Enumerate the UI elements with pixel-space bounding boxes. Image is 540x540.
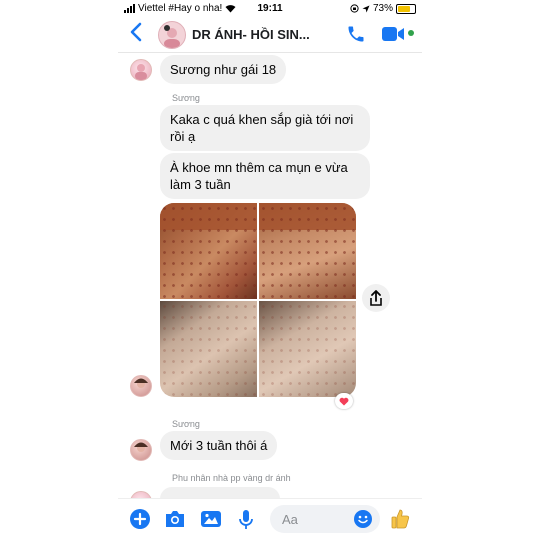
messenger-screen: Viettel #Hay o nha! 19:11 73% DR ÁNH- HỒ…: [118, 0, 422, 540]
plus-icon: [130, 509, 150, 529]
chat-header: DR ÁNH- HỒI SIN...: [118, 18, 422, 53]
battery-percent: 73%: [372, 3, 393, 14]
photo-before-1[interactable]: [160, 203, 257, 299]
photo-after-1[interactable]: [160, 301, 257, 397]
photo-grid[interactable]: [160, 203, 356, 397]
send-like-button[interactable]: [390, 508, 410, 535]
voice-message-button[interactable]: [238, 509, 254, 536]
avatar-image: [134, 442, 148, 452]
avatar[interactable]: [130, 375, 152, 397]
emoji-icon: [354, 510, 372, 528]
photo-before-2[interactable]: [259, 203, 356, 299]
emoji-button[interactable]: [354, 510, 372, 533]
avatar[interactable]: [130, 491, 152, 498]
video-camera-icon: [382, 27, 404, 41]
photo-after-2[interactable]: [259, 301, 356, 397]
share-button[interactable]: [362, 284, 390, 312]
message-bubble-partial[interactable]: [160, 487, 280, 498]
location-icon: [362, 5, 370, 12]
more-actions-button[interactable]: [130, 509, 150, 534]
sender-name: Phu nhân nhà pp vàng dr ánh: [172, 473, 291, 483]
message-bubble[interactable]: Kaka c quá khen sắp già tới nơi rồi ạ: [160, 105, 370, 151]
photo-icon: [201, 511, 221, 527]
avatar[interactable]: [130, 439, 152, 461]
microphone-icon: [239, 510, 253, 529]
heart-reaction[interactable]: [335, 393, 353, 409]
avatar-image: [134, 378, 148, 388]
message-bubble[interactable]: Sương như gái 18: [160, 55, 287, 84]
heart-icon: [339, 397, 349, 405]
video-call-button[interactable]: [382, 26, 406, 47]
message-input[interactable]: Aa: [270, 505, 380, 533]
status-bar: Viettel #Hay o nha! 19:11 73%: [118, 0, 422, 18]
phone-icon: [348, 26, 364, 42]
composer-bar: Aa: [118, 498, 422, 540]
contact-name[interactable]: DR ÁNH- HỒI SIN...: [192, 27, 310, 42]
camera-button[interactable]: [164, 509, 186, 534]
camera-icon: [166, 511, 184, 527]
avatar-image: [135, 64, 147, 80]
battery-icon: [396, 3, 416, 14]
lock-rotation-icon: [350, 4, 359, 13]
active-status-dot: [408, 30, 414, 36]
message-list[interactable]: Sương như gái 18 Sương Kaka c quá khen s…: [118, 53, 422, 498]
chevron-left-icon: [130, 22, 142, 42]
sender-name: Sương: [172, 93, 200, 103]
share-icon: [370, 290, 382, 306]
gallery-button[interactable]: [200, 509, 222, 534]
thumbs-up-icon: [391, 509, 410, 529]
status-right: 73%: [350, 3, 416, 14]
avatar-image: [164, 25, 180, 48]
back-button[interactable]: [130, 22, 142, 47]
avatar[interactable]: [130, 59, 152, 81]
contact-avatar[interactable]: [158, 21, 186, 49]
voice-call-button[interactable]: [346, 24, 366, 49]
message-bubble[interactable]: Mới 3 tuần thôi á: [160, 431, 278, 460]
message-bubble[interactable]: À khoe mn thêm ca mụn e vừa làm 3 tuần: [160, 153, 370, 199]
sender-name: Sương: [172, 419, 200, 429]
message-input-placeholder: Aa: [282, 512, 298, 527]
